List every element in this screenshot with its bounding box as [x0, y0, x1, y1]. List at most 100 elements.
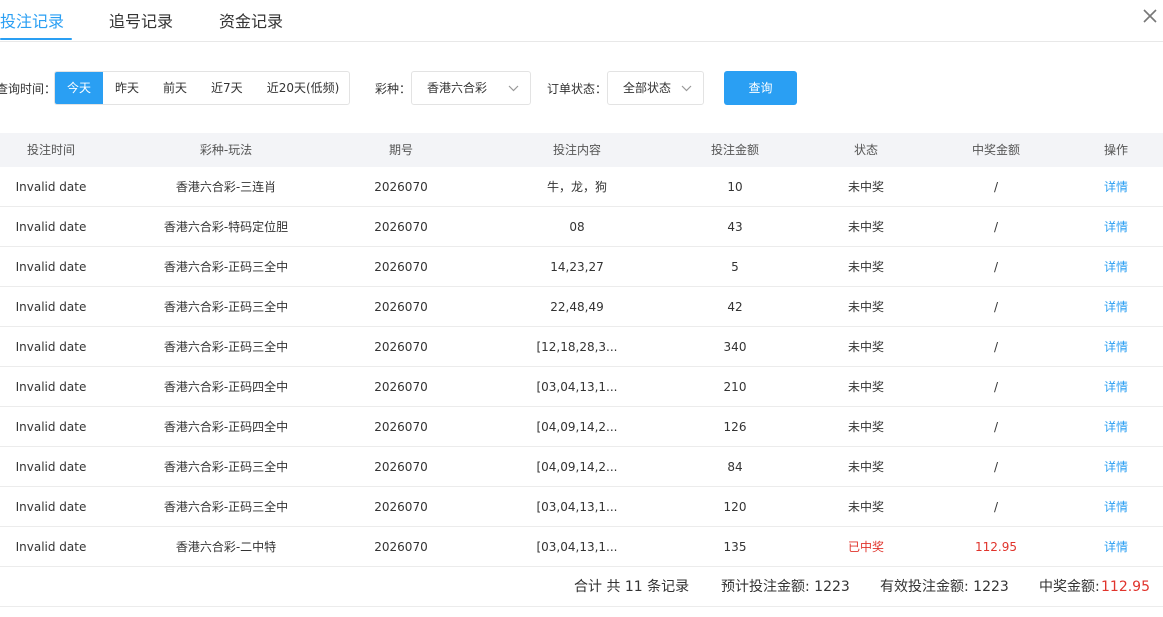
- table-row: Invalid date 香港六合彩-正码四全中 2026070 [04,09,14,…: [0, 407, 1163, 447]
- table-body: Invalid date 香港六合彩-三连肖 2026070 牛，龙，狗 10 未中奖 / 详…: [0, 167, 1163, 567]
- cell-bet-content: [12,18,28,3...: [536, 340, 618, 354]
- table-row: Invalid date 香港六合彩-二中特 2026070 [03,04,13,1.…: [0, 527, 1163, 567]
- order-status-label: 订单状态：: [547, 82, 608, 96]
- cell-status: 未中奖: [847, 340, 884, 354]
- order-status-select[interactable]: 全部状态: [607, 71, 704, 105]
- cell-issue: 2026070: [374, 460, 428, 474]
- header-win-amount: 中奖金额: [971, 143, 1020, 157]
- cell-bet-time: Invalid date: [15, 260, 87, 274]
- table-row: Invalid date 香港六合彩-特码定位胆 2026070 08 43 未中奖 / 详情: [0, 207, 1163, 247]
- cell-win-amount: /: [993, 500, 999, 514]
- query-button[interactable]: 查询: [724, 71, 797, 105]
- cell-win-amount: /: [993, 340, 999, 354]
- lottery-select[interactable]: 香港六合彩: [411, 71, 531, 105]
- header-lottery-play: 彩种-玩法: [199, 143, 253, 157]
- cell-bet-amount: 135: [723, 540, 747, 554]
- cell-lottery-play: 香港六合彩-正码三全中: [163, 300, 289, 314]
- cell-bet-time: Invalid date: [15, 420, 87, 434]
- cell-bet-time: Invalid date: [15, 340, 87, 354]
- cell-bet-content: 22,48,49: [550, 300, 604, 314]
- valid-bet-total: 有效投注金额: 1223: [880, 579, 1009, 595]
- cell-status: 未中奖: [847, 180, 884, 194]
- cell-lottery-play: 香港六合彩-二中特: [175, 540, 277, 554]
- table-row: Invalid date 香港六合彩-三连肖 2026070 牛，龙，狗 10 未中奖 / 详…: [0, 167, 1163, 207]
- cell-bet-amount: 340: [723, 340, 747, 354]
- cell-bet-time: Invalid date: [15, 180, 87, 194]
- date-option-day-before[interactable]: 前天: [151, 72, 199, 104]
- cell-win-amount: /: [993, 380, 999, 394]
- cell-lottery-play: 香港六合彩-正码四全中: [163, 420, 289, 434]
- cell-bet-content: 08: [569, 220, 585, 234]
- tab-bet-records[interactable]: 投注记录: [0, 8, 64, 32]
- bet-records-table: 投注时间 彩种-玩法 期号 投注内容 投注金额 状态 中奖金额 操作 Inval…: [0, 133, 1163, 567]
- chevron-down-icon: [681, 72, 692, 104]
- date-option-today[interactable]: 今天: [55, 72, 104, 104]
- date-range-selector: 今天 昨天 前天 近7天 近20天(低频): [54, 71, 350, 105]
- cell-issue: 2026070: [374, 300, 428, 314]
- cell-bet-time: Invalid date: [15, 500, 87, 514]
- cell-bet-content: 14,23,27: [550, 260, 604, 274]
- cell-detail-link[interactable]: 详情: [1066, 367, 1163, 407]
- cell-win-amount: /: [993, 180, 999, 194]
- cell-bet-content: 牛，龙，狗: [546, 180, 607, 194]
- date-option-yesterday[interactable]: 昨天: [103, 72, 151, 104]
- cell-detail-link[interactable]: 详情: [1066, 207, 1163, 247]
- date-option-20-days[interactable]: 近20天(低频): [255, 72, 352, 104]
- tab-fund-records[interactable]: 资金记录: [219, 8, 283, 32]
- cell-detail-link[interactable]: 详情: [1066, 167, 1163, 207]
- cell-issue: 2026070: [374, 220, 428, 234]
- cell-bet-time: Invalid date: [15, 300, 87, 314]
- cell-status: 未中奖: [847, 260, 884, 274]
- close-icon[interactable]: [1140, 6, 1162, 28]
- lottery-label: 彩种：: [375, 82, 412, 96]
- cell-lottery-play: 香港六合彩-特码定位胆: [163, 220, 289, 234]
- estimated-bet-total: 预计投注金额: 1223: [721, 579, 850, 595]
- table-row: Invalid date 香港六合彩-正码三全中 2026070 [04,09,14,…: [0, 447, 1163, 487]
- date-option-7-days[interactable]: 近7天: [199, 72, 255, 104]
- cell-status: 未中奖: [847, 420, 884, 434]
- cell-issue: 2026070: [374, 260, 428, 274]
- cell-bet-amount: 42: [727, 300, 743, 314]
- cell-lottery-play: 香港六合彩-三连肖: [175, 180, 277, 194]
- chevron-down-icon: [508, 72, 519, 104]
- cell-detail-link[interactable]: 详情: [1066, 247, 1163, 287]
- cell-lottery-play: 香港六合彩-正码四全中: [163, 380, 289, 394]
- cell-detail-link[interactable]: 详情: [1066, 287, 1163, 327]
- cell-win-amount: 112.95: [975, 540, 1017, 554]
- table-row: Invalid date 香港六合彩-正码三全中 2026070 [12,18,28,…: [0, 327, 1163, 367]
- tab-chase-records[interactable]: 追号记录: [109, 8, 173, 32]
- cell-lottery-play: 香港六合彩-正码三全中: [163, 460, 289, 474]
- header-bet-amount: 投注金额: [710, 143, 759, 157]
- cell-detail-link[interactable]: 详情: [1066, 487, 1163, 527]
- summary-bar: 合计 共 11 条记录 预计投注金额: 1223 有效投注金额: 1223 中奖…: [0, 567, 1163, 607]
- cell-bet-time: Invalid date: [15, 540, 87, 554]
- cell-bet-content: [04,09,14,2...: [536, 460, 618, 474]
- cell-detail-link[interactable]: 详情: [1066, 527, 1163, 567]
- header-status: 状态: [853, 143, 878, 157]
- cell-bet-time: Invalid date: [15, 460, 87, 474]
- cell-bet-content: [03,04,13,1...: [536, 540, 618, 554]
- cell-bet-amount: 10: [727, 180, 743, 194]
- record-tabs: 投注记录 追号记录 资金记录: [0, 0, 1163, 42]
- cell-bet-content: [03,04,13,1...: [536, 380, 618, 394]
- cell-win-amount: /: [993, 260, 999, 274]
- cell-detail-link[interactable]: 详情: [1066, 447, 1163, 487]
- cell-issue: 2026070: [374, 420, 428, 434]
- table-header: 投注时间 彩种-玩法 期号 投注内容 投注金额 状态 中奖金额 操作: [0, 133, 1163, 167]
- cell-bet-content: [04,09,14,2...: [536, 420, 618, 434]
- cell-detail-link[interactable]: 详情: [1066, 327, 1163, 367]
- cell-win-amount: /: [993, 460, 999, 474]
- cell-status: 未中奖: [847, 300, 884, 314]
- cell-bet-amount: 126: [723, 420, 747, 434]
- cell-win-amount: /: [993, 420, 999, 434]
- cell-detail-link[interactable]: 详情: [1066, 407, 1163, 447]
- cell-bet-amount: 84: [727, 460, 743, 474]
- cell-lottery-play: 香港六合彩-正码三全中: [163, 340, 289, 354]
- cell-lottery-play: 香港六合彩-正码三全中: [163, 260, 289, 274]
- active-tab-indicator: [0, 38, 72, 40]
- cell-win-amount: /: [993, 220, 999, 234]
- cell-status: 未中奖: [847, 460, 884, 474]
- win-total-label: 中奖金额:: [1039, 579, 1100, 595]
- cell-bet-amount: 120: [723, 500, 747, 514]
- lottery-select-value: 香港六合彩: [427, 81, 488, 95]
